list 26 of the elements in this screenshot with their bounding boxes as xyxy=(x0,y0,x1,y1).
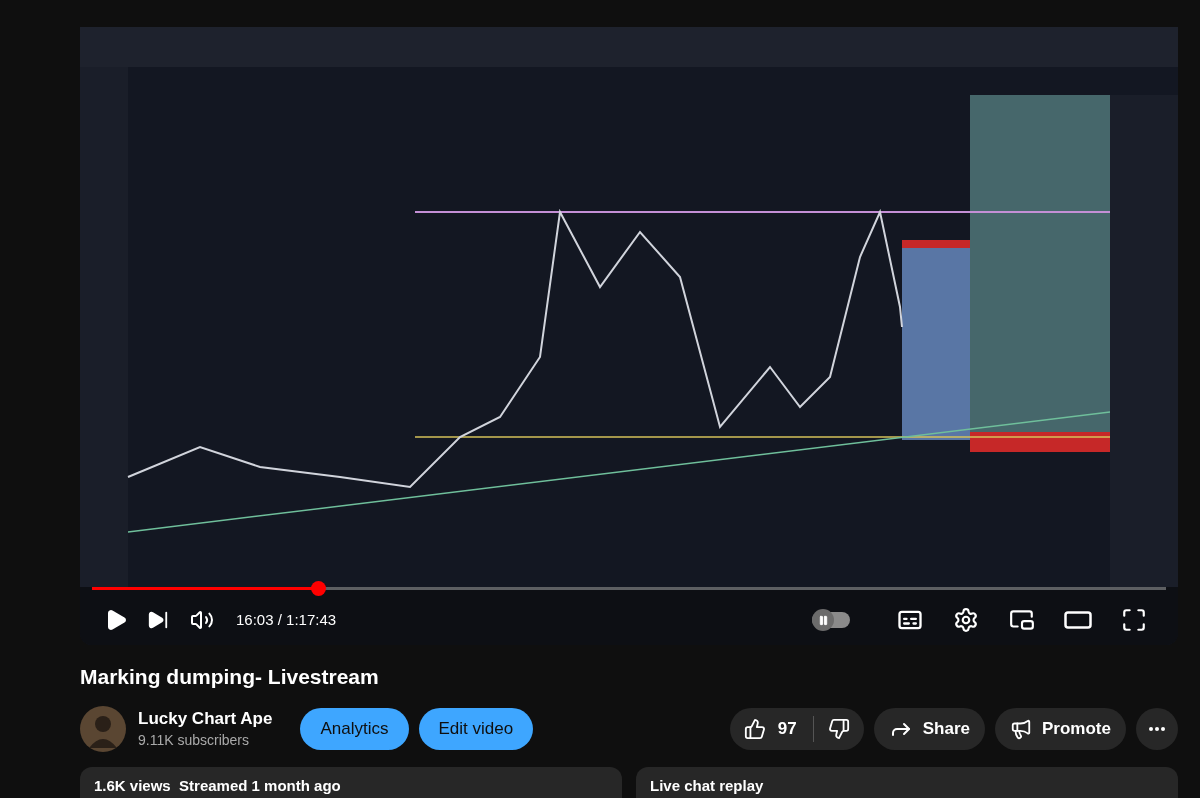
subscriber-count: 9.11K subscribers xyxy=(138,731,250,750)
share-button[interactable]: Share xyxy=(873,708,986,750)
pause-icon xyxy=(817,614,829,626)
edit-video-button[interactable]: Edit video xyxy=(418,708,534,750)
video-title: Marking dumping- Livestream xyxy=(80,664,380,690)
fullscreen-icon[interactable] xyxy=(1121,607,1147,633)
thumbs-up-icon xyxy=(743,718,766,740)
settings-icon[interactable] xyxy=(953,607,979,633)
promote-button[interactable]: Promote xyxy=(995,708,1126,750)
autoplay-toggle[interactable] xyxy=(812,612,850,628)
like-count: 97 xyxy=(777,718,797,741)
volume-icon[interactable] xyxy=(190,608,214,632)
more-button[interactable] xyxy=(1136,708,1178,750)
channel-name[interactable]: Lucky Chart Ape xyxy=(138,708,273,730)
miniplayer-icon[interactable] xyxy=(1009,607,1035,633)
share-label: Share xyxy=(922,718,971,741)
time-display: 16:03 / 1:17:43 xyxy=(236,609,337,630)
chat-replay-label[interactable]: Live chat replay xyxy=(650,777,764,794)
more-icon xyxy=(1149,727,1165,731)
promote-label: Promote xyxy=(1042,718,1111,741)
megaphone-icon xyxy=(1010,718,1033,740)
like-button[interactable]: 97 xyxy=(729,716,813,742)
analytics-button[interactable]: Analytics xyxy=(300,708,409,750)
next-icon[interactable] xyxy=(147,609,169,631)
progress-track[interactable] xyxy=(92,581,1166,596)
dislike-icon[interactable] xyxy=(827,718,850,740)
